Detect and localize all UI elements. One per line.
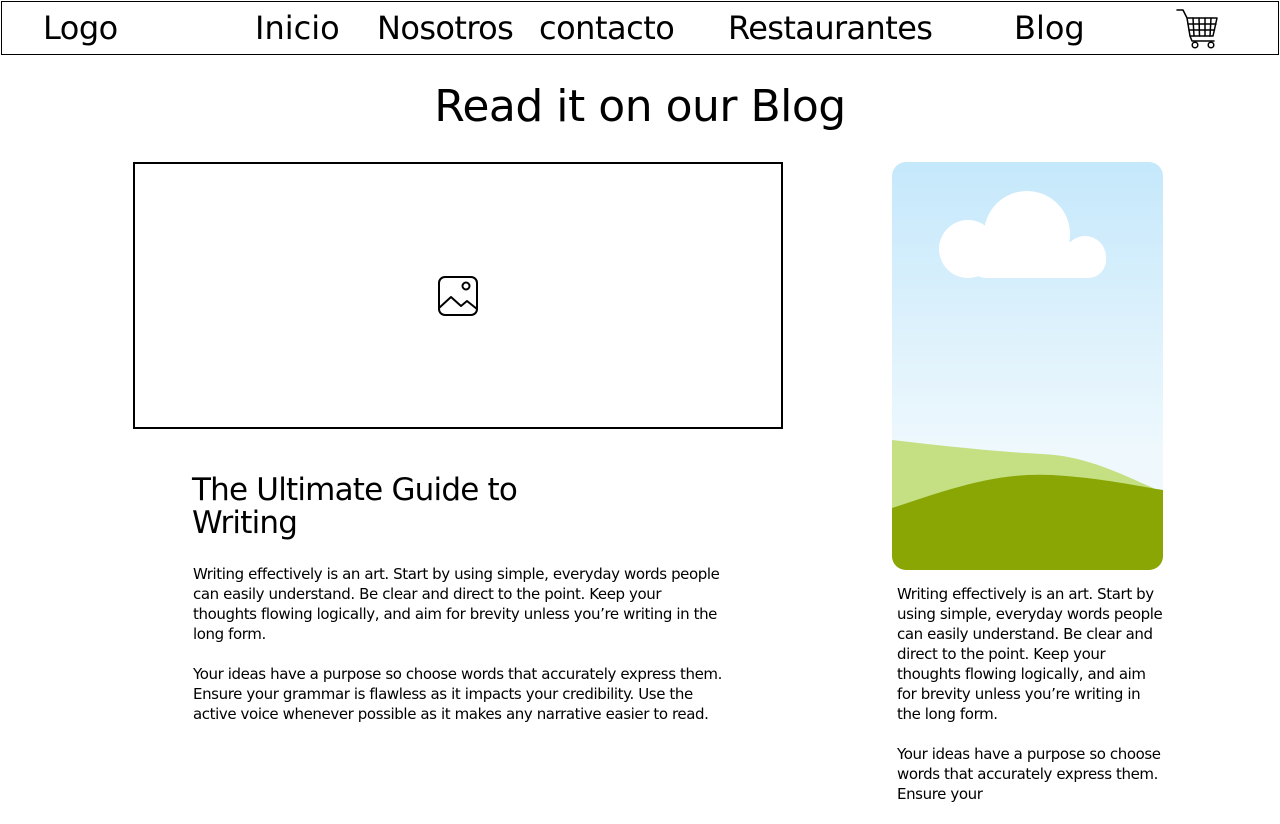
post-title[interactable]: The Ultimate Guide to Writing <box>192 474 522 540</box>
image-placeholder-icon <box>438 276 478 316</box>
post-paragraph: Your ideas have a purpose so choose word… <box>193 665 722 723</box>
side-landscape-image[interactable] <box>892 162 1163 570</box>
nav-item-nosotros[interactable]: Nosotros <box>377 8 514 48</box>
nav-item-blog[interactable]: Blog <box>1014 8 1085 48</box>
post-paragraph: Writing effectively is an art. Start by … <box>193 565 720 643</box>
top-navigation: Logo Inicio Nosotros contacto Restaurant… <box>1 1 1279 55</box>
side-excerpt: Writing effectively is an art. Start by … <box>897 584 1167 824</box>
page-title: Read it on our Blog <box>434 81 846 132</box>
landscape-illustration <box>892 162 1163 570</box>
featured-image-placeholder[interactable] <box>133 162 783 429</box>
nav-item-contacto[interactable]: contacto <box>539 8 675 48</box>
nav-item-inicio[interactable]: Inicio <box>255 8 340 48</box>
logo[interactable]: Logo <box>43 8 118 48</box>
nav-item-restaurantes[interactable]: Restaurantes <box>728 8 933 48</box>
shopping-cart-icon[interactable] <box>1176 8 1220 50</box>
side-paragraph: Writing effectively is an art. Start by … <box>897 585 1163 723</box>
post-excerpt: Writing effectively is an art. Start by … <box>193 564 728 744</box>
side-paragraph: Your ideas have a purpose so choose word… <box>897 745 1161 803</box>
